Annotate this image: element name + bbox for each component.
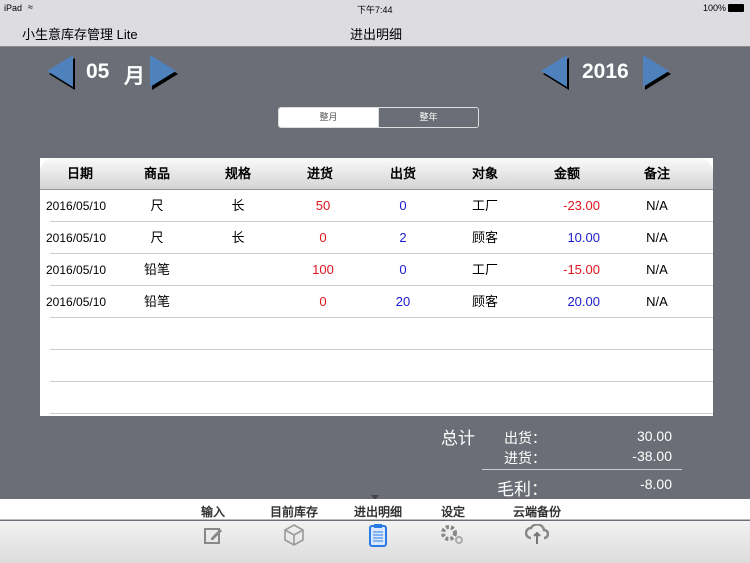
col-party: 对象 (471, 166, 499, 181)
cell-spec: 长 (231, 230, 245, 245)
month-unit: 月 (124, 65, 145, 88)
totals-divider (482, 469, 682, 470)
tab-clipboard[interactable] (358, 521, 398, 553)
table-row[interactable]: 2016/05/10 铅笔 0 20 顾客 20.00 N/A (40, 286, 713, 318)
clock: 下午7:44 (357, 5, 393, 15)
cell-amount: 10.00 (567, 230, 600, 245)
cell-date: 2016/05/10 (46, 295, 107, 309)
period-segmented-control: 整月 整年 (278, 107, 479, 128)
cell-product: 铅笔 (143, 262, 171, 277)
col-spec: 规格 (224, 166, 252, 181)
cell-in-qty: 50 (315, 198, 331, 213)
clipboard-icon (368, 523, 388, 552)
cell-amount: -15.00 (563, 262, 600, 277)
col-out: 出货 (389, 166, 417, 181)
cell-in-qty: 0 (319, 230, 327, 245)
cell-date: 2016/05/10 (46, 263, 107, 277)
table-row[interactable]: 2016/05/10 铅笔 100 0 工厂 -15.00 N/A (40, 254, 713, 286)
cell-out-qty: 20 (395, 294, 411, 309)
cell-spec: 长 (231, 198, 245, 213)
cell-note: N/A (646, 230, 668, 245)
empty-row (40, 382, 713, 414)
cloud-sync-icon (524, 522, 550, 551)
table-header: 日期 商品 规格 进货 出货 对象 金额 备注 (40, 158, 713, 190)
edit-icon (202, 524, 224, 551)
tab-label[interactable]: 输入 (201, 503, 225, 520)
year-value: 2016 (582, 60, 629, 83)
page-title: 进出明细 (350, 27, 403, 42)
cell-product: 铅笔 (143, 294, 171, 309)
col-date: 日期 (66, 166, 94, 181)
out-total-label: 出货： (504, 430, 546, 446)
profit-label: 毛利： (497, 480, 548, 499)
cell-amount: -23.00 (563, 198, 600, 213)
empty-row (40, 318, 713, 350)
app-title: 小生意库存管理 Lite (22, 27, 138, 42)
profit-value: -8.00 (640, 476, 672, 492)
month-value: 05 (86, 60, 110, 83)
cell-date: 2016/05/10 (46, 231, 107, 245)
cell-out-qty: 0 (399, 262, 407, 277)
status-bar: iPad ≈ 下午7:44 100% (0, 0, 750, 16)
wifi-icon: ≈ (28, 2, 33, 12)
cell-product: 尺 (150, 230, 164, 245)
segment-month[interactable]: 整月 (279, 108, 378, 127)
cell-out-qty: 2 (399, 230, 407, 245)
empty-row (40, 350, 713, 382)
gear-icon (440, 524, 466, 551)
cell-note: N/A (646, 294, 668, 309)
transactions-table: 日期 商品 规格 进货 出货 对象 金额 备注 2016/05/10 尺长 50 0 工… (40, 158, 713, 416)
tab-edit[interactable] (193, 521, 233, 553)
col-in: 进货 (306, 166, 334, 181)
col-product: 商品 (143, 166, 171, 181)
table-row[interactable]: 2016/05/10 尺 长 0 2 顾客 10.00 N/A (40, 222, 713, 254)
cell-party: 工厂 (471, 198, 499, 213)
col-note: 备注 (643, 166, 671, 181)
prev-year-button[interactable] (541, 55, 567, 87)
cell-party: 顾客 (471, 230, 499, 245)
cell-party: 顾客 (471, 294, 499, 309)
tab-label[interactable]: 目前库存 (270, 503, 318, 520)
cell-in-qty: 0 (319, 294, 327, 309)
in-total-value: -38.00 (632, 448, 672, 464)
in-total-label: 进货： (504, 450, 546, 466)
cell-note: N/A (646, 262, 668, 277)
cell-party: 工厂 (471, 262, 499, 277)
battery-label: 100% (703, 3, 727, 13)
nav-bar: 小生意库存管理 Lite 进出明细 (0, 16, 750, 47)
cell-note: N/A (646, 198, 668, 213)
box-icon (282, 523, 306, 552)
next-year-button[interactable] (643, 55, 669, 87)
cell-out-qty: 0 (399, 198, 407, 213)
tab-label[interactable]: 云端备份 (513, 503, 561, 520)
cell-date: 2016/05/10 (46, 199, 107, 213)
cell-in-qty: 100 (312, 262, 334, 277)
tab-label[interactable]: 进出明细 (354, 503, 402, 520)
tab-labels: 输入 目前库存 进出明细 设定 云端备份 (0, 499, 750, 520)
cell-amount: 20.00 (567, 294, 600, 309)
tab-bar (0, 521, 750, 563)
row-divider (50, 413, 713, 414)
tab-box[interactable] (274, 521, 314, 553)
battery-icon (728, 4, 744, 12)
tab-gear[interactable] (433, 521, 473, 553)
totals-label: 总计 (441, 429, 475, 448)
prev-month-button[interactable] (47, 55, 73, 87)
segment-year[interactable]: 整年 (378, 108, 478, 127)
device-label: iPad (4, 3, 23, 13)
tab-label[interactable]: 设定 (441, 503, 465, 520)
col-amount: 金额 (553, 166, 581, 181)
table-row[interactable]: 2016/05/10 尺 长 50 0 工厂 -23.00 N/A (40, 190, 713, 222)
tab-cloud-sync[interactable] (517, 521, 557, 553)
out-total-value: 30.00 (636, 428, 672, 444)
next-month-button[interactable] (150, 55, 176, 87)
cell-product: 尺 (150, 198, 164, 213)
